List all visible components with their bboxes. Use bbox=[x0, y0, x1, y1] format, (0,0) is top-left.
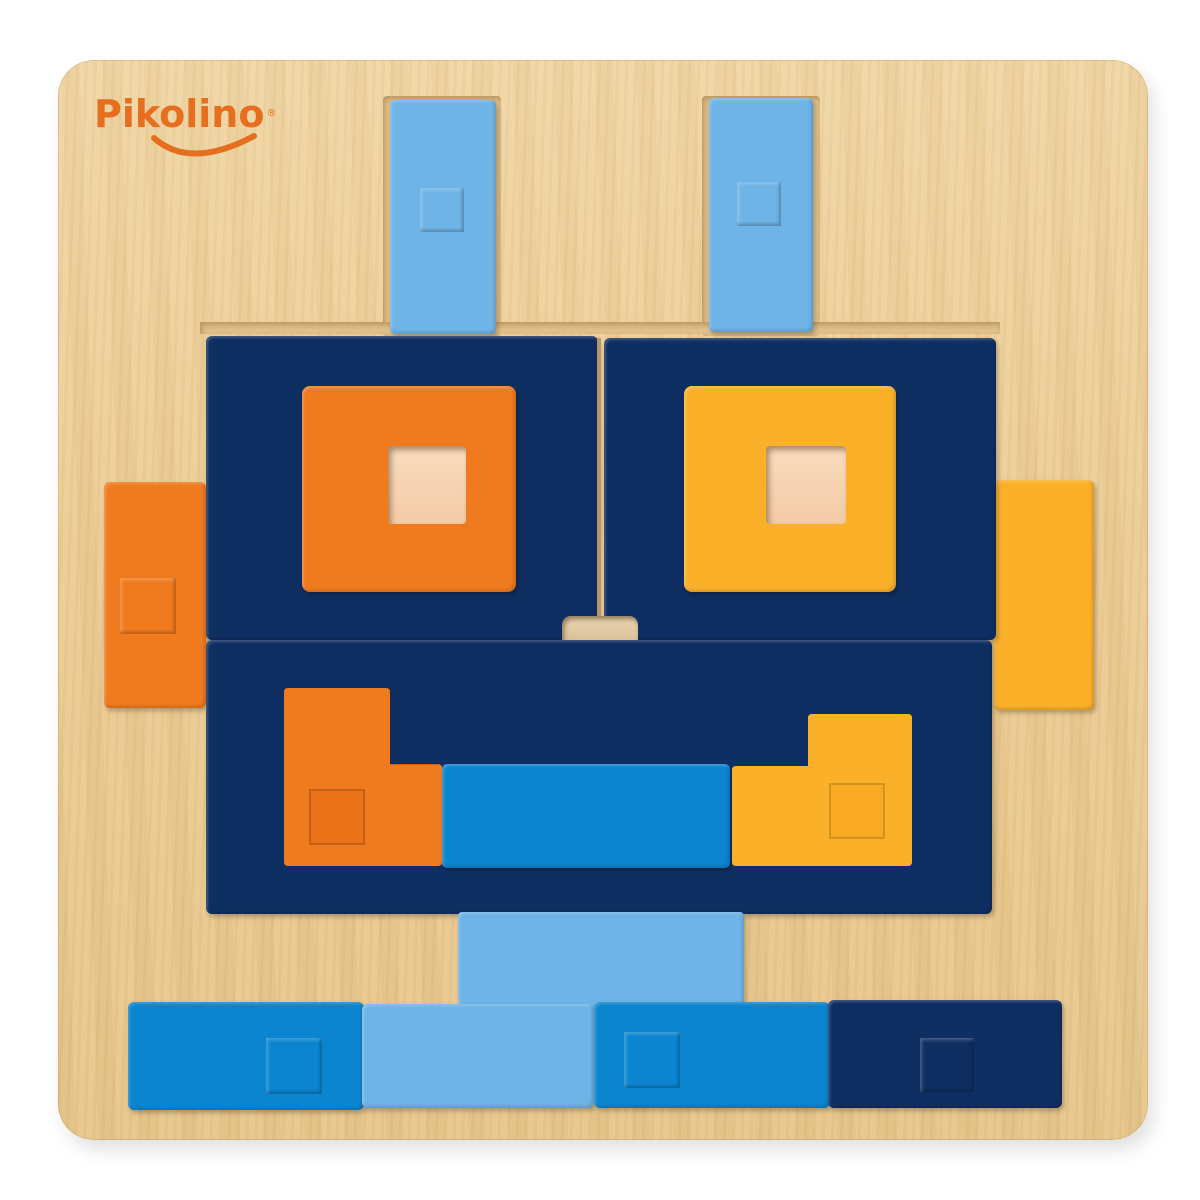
registered-mark: ® bbox=[266, 108, 277, 119]
left-eye-block bbox=[302, 386, 516, 592]
right-eye-block bbox=[684, 386, 896, 592]
left-ear-block bbox=[104, 482, 206, 708]
body-block-4-peg bbox=[920, 1038, 974, 1092]
body-block-4 bbox=[828, 1000, 1062, 1108]
head-seam bbox=[597, 338, 601, 628]
right-ear-block bbox=[994, 480, 1094, 710]
left-antenna-block bbox=[390, 100, 496, 334]
left-eye-pupil-hole bbox=[388, 446, 466, 524]
logo-smile-swoosh bbox=[151, 133, 257, 157]
left-antenna-peg bbox=[420, 188, 464, 232]
neck-block bbox=[458, 912, 744, 1010]
body-block-2 bbox=[362, 1004, 594, 1108]
head-recess-top bbox=[200, 322, 1000, 334]
body-block-1 bbox=[128, 1002, 364, 1110]
right-antenna-block bbox=[709, 98, 813, 332]
right-antenna-peg bbox=[737, 182, 781, 226]
mouth-left-l-block bbox=[284, 688, 442, 866]
left-ear-peg bbox=[120, 578, 176, 634]
right-eye-pupil-hole bbox=[766, 446, 846, 524]
body-block-3-peg bbox=[624, 1032, 680, 1088]
mouth-center-block bbox=[442, 764, 730, 868]
body-block-3 bbox=[594, 1002, 830, 1108]
body-block-1-peg bbox=[266, 1038, 322, 1094]
mouth-right-l-block bbox=[732, 714, 912, 866]
